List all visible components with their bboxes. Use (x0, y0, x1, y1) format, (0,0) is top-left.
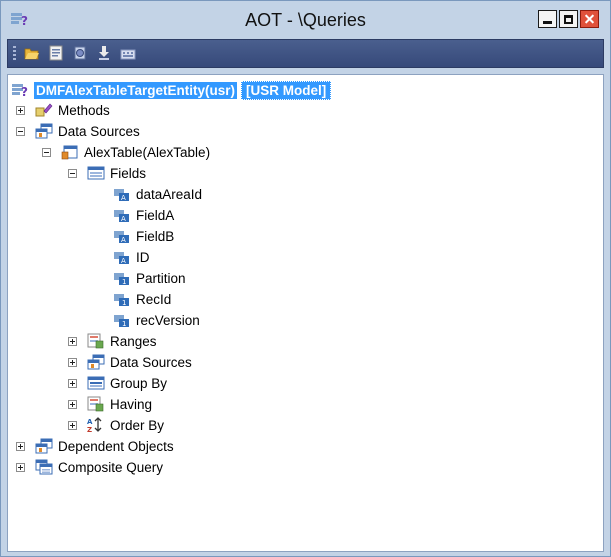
string-field-icon: A (113, 228, 131, 244)
svg-text:1: 1 (122, 299, 126, 307)
root-node-label: DMFAlexTableTargetEntity(usr) (34, 81, 238, 99)
expand-group-by-icon[interactable] (68, 379, 77, 388)
data-source-table-icon (61, 144, 79, 160)
properties-icon[interactable] (48, 45, 64, 61)
compile-icon[interactable] (72, 45, 88, 61)
expand-composite-query-icon[interactable] (16, 463, 25, 472)
data-sources-label: Data Sources (58, 123, 140, 139)
composite-query-icon (35, 459, 53, 475)
group-by-icon (87, 375, 105, 391)
fields-icon (87, 165, 105, 181)
svg-text:A: A (121, 257, 126, 265)
title-bar[interactable]: ? AOT - \Queries (1, 1, 610, 39)
maximize-button[interactable] (559, 10, 578, 28)
expand-nested-data-sources-icon[interactable] (68, 358, 77, 367)
svg-text:A: A (121, 194, 126, 202)
import-icon[interactable] (96, 45, 112, 61)
tree-node-order-by[interactable]: A Z Order By (87, 415, 164, 435)
ranges-label: Ranges (110, 333, 157, 349)
toolbar-grip[interactable] (13, 46, 16, 62)
tree-node-group-by[interactable]: Group By (87, 373, 167, 393)
field-label: recVersion (136, 312, 200, 328)
field-label: RecId (136, 291, 172, 307)
integer-field-icon: 1 (113, 312, 131, 328)
integer-field-icon: 1 (113, 270, 131, 286)
minimize-button[interactable] (538, 10, 557, 28)
dependent-objects-label: Dependent Objects (58, 438, 174, 454)
svg-text:A: A (121, 215, 126, 223)
expand-dependent-objects-icon[interactable] (16, 442, 25, 451)
data-sources-icon (87, 354, 105, 370)
methods-label: Methods (58, 102, 110, 118)
fields-label: Fields (110, 165, 147, 181)
toolbar (7, 39, 604, 68)
svg-text:?: ? (21, 85, 28, 98)
expand-order-by-icon[interactable] (68, 421, 77, 430)
field-item[interactable]: 1 RecId (113, 289, 171, 309)
tree-node-dependent-objects[interactable]: Dependent Objects (35, 436, 174, 456)
field-item[interactable]: A dataAreaId (113, 184, 202, 204)
expand-methods-icon[interactable] (16, 106, 25, 115)
tree-node-methods[interactable]: Methods (35, 100, 110, 120)
integer-field-icon: 1 (113, 291, 131, 307)
svg-text:A: A (87, 418, 93, 426)
field-label: Partition (136, 270, 186, 286)
tree-node-nested-data-sources[interactable]: Data Sources (87, 352, 192, 372)
alextable-label: AlexTable(AlexTable) (84, 144, 211, 160)
nested-data-sources-label: Data Sources (110, 354, 192, 370)
composite-query-label: Composite Query (58, 459, 164, 475)
svg-text:Z: Z (87, 426, 92, 433)
collapse-alextable-icon[interactable] (42, 148, 51, 157)
having-label: Having (110, 396, 153, 412)
field-item[interactable]: A ID (113, 247, 150, 267)
string-field-icon: A (113, 186, 131, 202)
field-item[interactable]: 1 recVersion (113, 310, 200, 330)
svg-text:1: 1 (122, 278, 126, 286)
field-label: FieldA (136, 207, 175, 223)
field-item[interactable]: A FieldA (113, 205, 174, 225)
svg-text:A: A (121, 236, 126, 244)
close-button[interactable] (580, 10, 599, 28)
tree-node-ranges[interactable]: Ranges (87, 331, 157, 351)
query-icon: ? (11, 82, 29, 99)
data-sources-icon (35, 123, 53, 139)
collapse-fields-icon[interactable] (68, 169, 77, 178)
ranges-icon (87, 333, 105, 349)
aot-tree[interactable]: ? DMFAlexTableTargetEntity(usr) [USR Mod… (7, 74, 604, 552)
tree-node-data-sources[interactable]: Data Sources (35, 121, 140, 141)
expand-ranges-icon[interactable] (68, 337, 77, 346)
having-icon (87, 396, 105, 412)
expand-having-icon[interactable] (68, 400, 77, 409)
field-item[interactable]: 1 Partition (113, 268, 186, 288)
tree-node-composite-query[interactable]: Composite Query (35, 457, 163, 477)
methods-icon (35, 102, 53, 118)
order-by-label: Order By (110, 417, 165, 433)
window-title: AOT - \Queries (245, 10, 366, 30)
group-by-label: Group By (110, 375, 168, 391)
tree-node-alextable[interactable]: AlexTable(AlexTable) (61, 142, 210, 162)
svg-text:1: 1 (122, 320, 126, 328)
tree-node-having[interactable]: Having (87, 394, 152, 414)
string-field-icon: A (113, 249, 131, 265)
field-item[interactable]: A FieldB (113, 226, 174, 246)
string-field-icon: A (113, 207, 131, 223)
model-badge: [USR Model] (241, 80, 332, 100)
field-label: ID (136, 249, 150, 265)
open-icon[interactable] (24, 45, 40, 61)
field-label: dataAreaId (136, 186, 203, 202)
aot-window: ? AOT - \Queries ? DMFAlexTableTargetEnt… (0, 0, 611, 557)
field-label: FieldB (136, 228, 175, 244)
tree-root-node[interactable]: ? DMFAlexTableTargetEntity(usr) [USR Mod… (11, 80, 332, 100)
sort-az-icon: A Z (87, 417, 105, 434)
dependent-objects-icon (35, 438, 53, 454)
tree-node-fields[interactable]: Fields (87, 163, 146, 183)
save-icon[interactable] (120, 45, 136, 61)
collapse-data-sources-icon[interactable] (16, 127, 25, 136)
